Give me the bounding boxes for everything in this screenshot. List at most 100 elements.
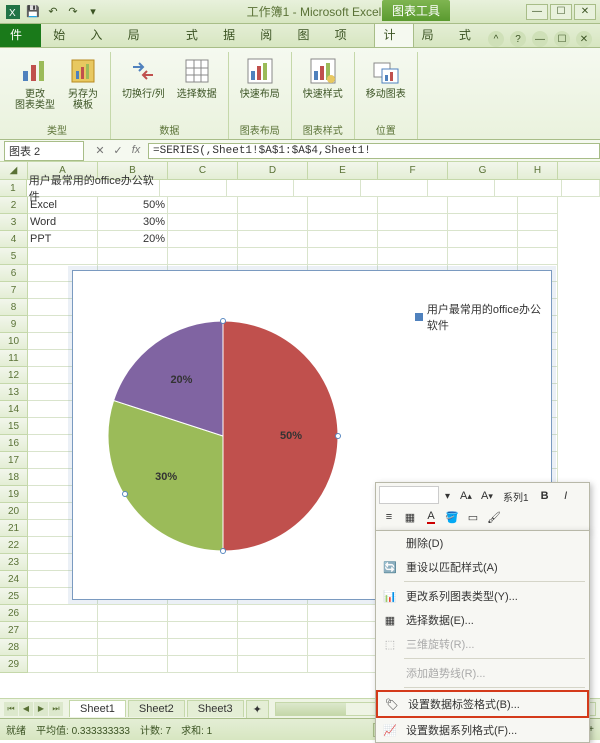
selection-handle[interactable] [335, 433, 341, 439]
quick-styles-button[interactable]: 快速样式 [298, 52, 348, 120]
cell[interactable] [448, 197, 518, 214]
cell[interactable] [168, 231, 238, 248]
chart-legend[interactable]: 用户最常用的office办公软件 [415, 301, 541, 337]
sheet-tab-1[interactable]: Sheet1 [69, 700, 126, 717]
col-header[interactable]: F [378, 162, 448, 179]
ctx-select-data[interactable]: ▦选择数据(E)... [376, 608, 589, 632]
minimize-button[interactable]: — [526, 4, 548, 20]
align-icon[interactable]: ≡ [379, 507, 399, 527]
border-icon[interactable]: ▦ [400, 507, 420, 527]
bold-icon[interactable]: B [535, 486, 555, 506]
data-label[interactable]: 30% [155, 471, 177, 483]
cell[interactable] [98, 639, 168, 656]
cell[interactable] [308, 231, 378, 248]
cell[interactable] [308, 214, 378, 231]
data-label[interactable]: 20% [170, 374, 192, 386]
row-header[interactable]: 14 [0, 401, 28, 418]
select-all-corner[interactable]: ◢ [0, 162, 28, 179]
cell[interactable] [28, 248, 98, 265]
row-header[interactable]: 24 [0, 571, 28, 588]
row-header[interactable]: 28 [0, 639, 28, 656]
cell[interactable] [28, 605, 98, 622]
doc-restore-icon[interactable]: ☐ [554, 31, 570, 47]
ctx-change-chart-type[interactable]: 📊更改系列图表类型(Y)... [376, 584, 589, 608]
fill-color-icon[interactable]: 🪣 [442, 507, 462, 527]
cell[interactable] [238, 656, 308, 673]
ctx-reset-style[interactable]: 🔄重设以匹配样式(A) [376, 555, 589, 579]
row-header[interactable]: 23 [0, 554, 28, 571]
cell[interactable] [308, 656, 378, 673]
row-header[interactable]: 7 [0, 282, 28, 299]
quick-layout-button[interactable]: 快速布局 [235, 52, 285, 120]
cell[interactable] [308, 639, 378, 656]
sheet-last-icon[interactable]: ⏭ [49, 702, 63, 716]
row-header[interactable]: 15 [0, 418, 28, 435]
cell[interactable]: Excel [28, 197, 98, 214]
close-button[interactable]: ✕ [574, 4, 596, 20]
cell[interactable] [238, 231, 308, 248]
cell[interactable]: 用户最常用的office办公软件 [27, 180, 161, 197]
selection-handle[interactable] [122, 491, 128, 497]
selection-handle[interactable] [220, 318, 226, 324]
cell[interactable] [168, 214, 238, 231]
cell[interactable] [448, 248, 518, 265]
cell[interactable] [168, 639, 238, 656]
row-header[interactable]: 8 [0, 299, 28, 316]
doc-minimize-icon[interactable]: — [532, 31, 548, 47]
cell[interactable] [168, 656, 238, 673]
data-label[interactable]: 50% [280, 430, 302, 442]
row-header[interactable]: 20 [0, 503, 28, 520]
format-painter-icon[interactable]: 🖌 [484, 507, 504, 527]
cell[interactable] [28, 622, 98, 639]
cell[interactable] [168, 605, 238, 622]
cell[interactable] [98, 605, 168, 622]
row-header[interactable]: 16 [0, 435, 28, 452]
row-header[interactable]: 13 [0, 384, 28, 401]
col-header[interactable]: H [518, 162, 558, 179]
sheet-tab-2[interactable]: Sheet2 [128, 700, 185, 717]
cell[interactable] [238, 214, 308, 231]
enter-formula-icon[interactable]: ✓ [110, 144, 126, 157]
doc-close-icon[interactable]: ✕ [576, 31, 592, 47]
switch-row-col-button[interactable]: 切换行/列 [117, 52, 170, 120]
cell[interactable] [518, 214, 558, 231]
cell[interactable] [518, 231, 558, 248]
scrollbar-thumb[interactable] [276, 703, 346, 715]
cell[interactable]: 20% [98, 231, 168, 248]
formula-bar[interactable]: =SERIES(,Sheet1!$A$1:$A$4,Sheet1! [148, 143, 600, 159]
row-header[interactable]: 10 [0, 333, 28, 350]
row-header[interactable]: 5 [0, 248, 28, 265]
cell[interactable] [294, 180, 361, 197]
cell[interactable] [28, 639, 98, 656]
grow-font-icon[interactable]: A▴ [456, 486, 476, 506]
redo-icon[interactable]: ↷ [64, 3, 82, 21]
row-header[interactable]: 21 [0, 520, 28, 537]
row-header[interactable]: 25 [0, 588, 28, 605]
row-header[interactable]: 19 [0, 486, 28, 503]
cell[interactable]: PPT [28, 231, 98, 248]
row-header[interactable]: 18 [0, 469, 28, 486]
cell[interactable] [98, 248, 168, 265]
col-header[interactable]: D [238, 162, 308, 179]
cell[interactable] [308, 622, 378, 639]
cell[interactable] [378, 214, 448, 231]
ctx-delete[interactable]: 删除(D) [376, 531, 589, 555]
sheet-prev-icon[interactable]: ◀ [19, 702, 33, 716]
cell[interactable] [238, 639, 308, 656]
sheet-tab-3[interactable]: Sheet3 [187, 700, 244, 717]
ctx-format-data-labels[interactable]: 🏷设置数据标签格式(B)... [376, 690, 589, 718]
qat-dropdown-icon[interactable]: ▾ [84, 3, 102, 21]
row-header[interactable]: 6 [0, 265, 28, 282]
row-header[interactable]: 12 [0, 367, 28, 384]
cell[interactable] [361, 180, 428, 197]
cell[interactable] [562, 180, 600, 197]
cell[interactable] [518, 197, 558, 214]
help-icon[interactable]: ? [510, 31, 526, 47]
change-chart-type-button[interactable]: 更改图表类型 [10, 52, 60, 120]
cell[interactable]: 30% [98, 214, 168, 231]
row-header[interactable]: 26 [0, 605, 28, 622]
font-size-dropdown[interactable]: ▾ [440, 486, 455, 506]
cell[interactable] [227, 180, 294, 197]
row-header[interactable]: 22 [0, 537, 28, 554]
cell[interactable] [308, 248, 378, 265]
